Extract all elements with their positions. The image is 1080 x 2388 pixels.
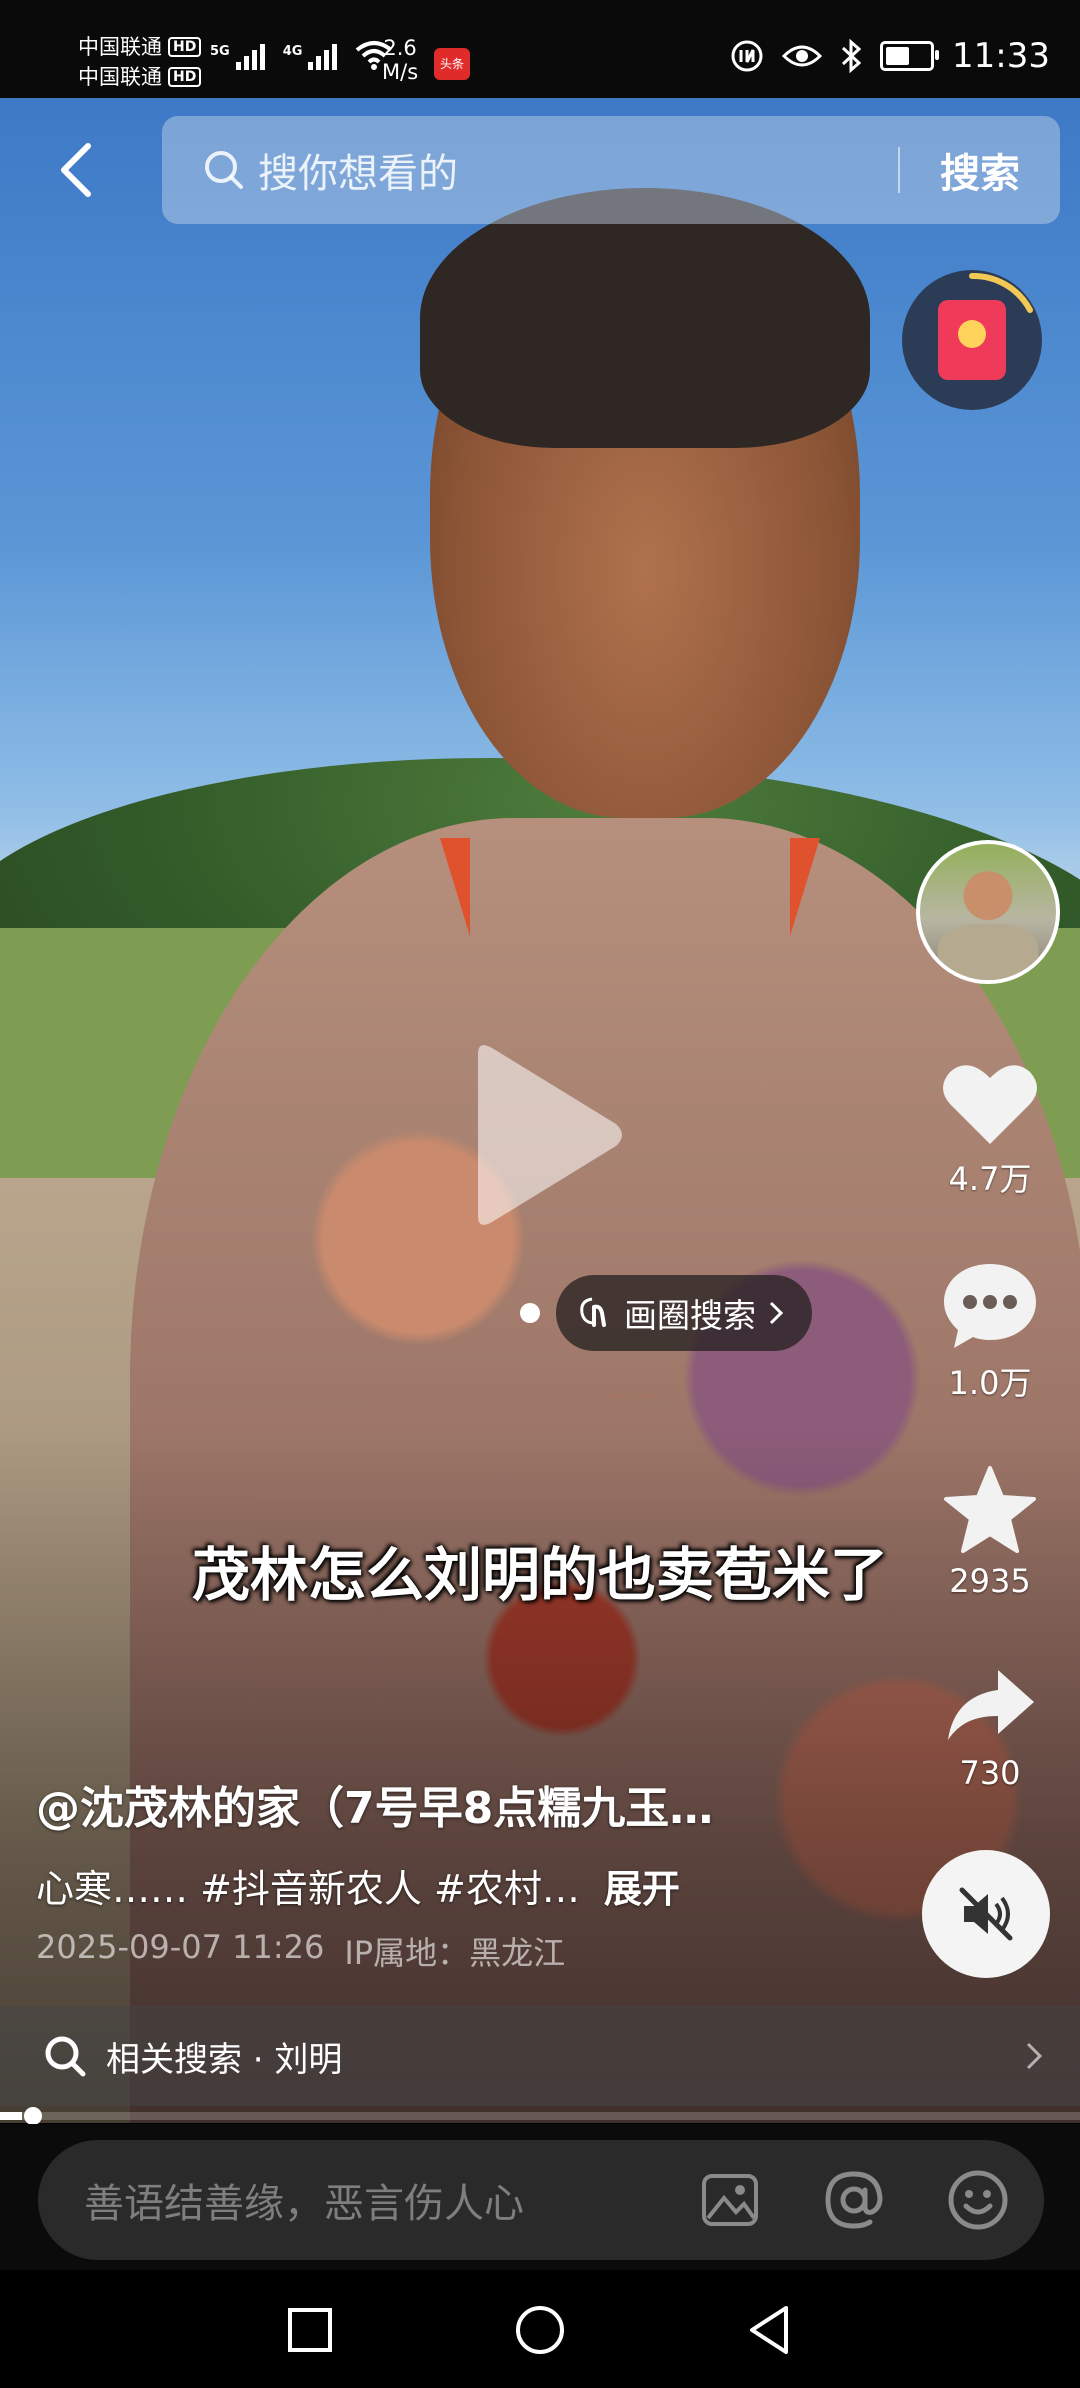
eye-comfort-icon	[782, 45, 823, 67]
emoji-button[interactable]	[942, 2164, 1014, 2236]
search-bar[interactable]: 搜你想看的 搜索	[162, 116, 1060, 224]
description-text: 心寒…… #抖音新农人 #农村…	[36, 1867, 580, 1911]
comment-icon	[944, 1264, 1036, 1348]
red-envelope-coin	[958, 320, 986, 348]
search-button[interactable]: 搜索	[900, 141, 1060, 199]
battery-icon	[880, 41, 940, 71]
expand-button[interactable]: 展开	[604, 1858, 680, 1913]
post-date: 2025-09-07 11:26	[36, 1928, 325, 1966]
notification-app-icon: 头条	[434, 48, 470, 80]
related-search-label: 相关搜索 · 刘明	[106, 2039, 343, 2080]
network-speed: 2.6 M/s	[382, 36, 419, 84]
share-icon	[948, 1670, 1034, 1740]
comment-bar[interactable]: 善语结善缘，恶言伤人心	[38, 2140, 1044, 2260]
video-progress-knob[interactable]	[24, 2107, 42, 2125]
author-name[interactable]: @沈茂林的家（7号早8点糯九玉…	[36, 1772, 713, 1836]
red-envelope-button[interactable]	[902, 270, 1042, 410]
emoji-icon	[948, 2170, 1008, 2230]
share-count: 730	[959, 1754, 1021, 1792]
back-nav-icon[interactable]	[740, 2300, 800, 2360]
circle-search-chip[interactable]: 画圈搜索	[520, 1275, 812, 1351]
share-button[interactable]: 730	[920, 1664, 1060, 1792]
like-count: 4.7万	[948, 1160, 1032, 1198]
mute-button[interactable]	[922, 1850, 1050, 1978]
like-button[interactable]: 4.7万	[920, 1058, 1060, 1200]
comment-count: 1.0万	[948, 1364, 1032, 1402]
play-icon[interactable]	[458, 1040, 628, 1230]
video-meta: 2025-09-07 11:26 IP属地：黑龙江	[36, 1928, 565, 1974]
carrier-info: 中国联通 HD 中国联通 HD	[78, 32, 202, 92]
chevron-right-icon	[1026, 2042, 1043, 2070]
home-icon[interactable]	[510, 2300, 570, 2360]
chevron-right-icon	[769, 1301, 784, 1325]
video-person-hair	[420, 188, 870, 448]
carrier-2-label: 中国联通	[78, 65, 162, 89]
navigation-bar	[0, 2270, 1080, 2388]
hd-badge: HD	[168, 67, 202, 87]
video-description: 心寒…… #抖音新农人 #农村… 展开	[36, 1858, 680, 1913]
carrier-1-label: 中国联通	[78, 35, 162, 59]
heart-icon	[943, 1065, 1037, 1144]
clock: 11:33	[952, 36, 1050, 76]
author-avatar[interactable]	[916, 840, 1060, 984]
mute-icon	[959, 1887, 1013, 1941]
circle-search-dot	[520, 1303, 540, 1323]
status-bar: 中国联通 HD 中国联通 HD 5G 4G 2.6 M/s 头条 11:33	[0, 0, 1080, 98]
video-subtitle: 茂林怎么刘明的也卖苞米了	[191, 1541, 888, 1609]
search-icon	[45, 2036, 86, 2077]
related-search-bar[interactable]: 相关搜索 · 刘明	[0, 2006, 1080, 2106]
hd-badge: HD	[168, 37, 202, 57]
video-progress-fill	[0, 2112, 22, 2120]
signal-indicators: 5G 4G	[210, 40, 393, 70]
comment-button[interactable]: 1.0万	[920, 1260, 1060, 1404]
search-input[interactable]: 搜你想看的	[258, 141, 898, 199]
recent-apps-icon[interactable]	[280, 2300, 340, 2360]
video-progress-bar[interactable]	[0, 2107, 1080, 2125]
back-icon[interactable]	[52, 140, 100, 200]
ip-location: IP属地：黑龙江	[344, 1934, 566, 1972]
mention-button[interactable]	[818, 2164, 890, 2236]
search-icon	[205, 151, 243, 189]
signal-5g-icon: 5G	[210, 44, 265, 70]
image-icon	[702, 2174, 758, 2226]
circle-search-icon	[580, 1297, 606, 1327]
circle-search-label: 画圈搜索	[624, 1296, 756, 1335]
image-button[interactable]	[694, 2164, 766, 2236]
at-icon	[825, 2171, 883, 2229]
comment-input[interactable]: 善语结善缘，恶言伤人心	[84, 2171, 694, 2229]
nfc-icon	[731, 40, 763, 72]
bluetooth-icon	[841, 39, 862, 73]
signal-4g-icon: 4G	[283, 44, 338, 70]
